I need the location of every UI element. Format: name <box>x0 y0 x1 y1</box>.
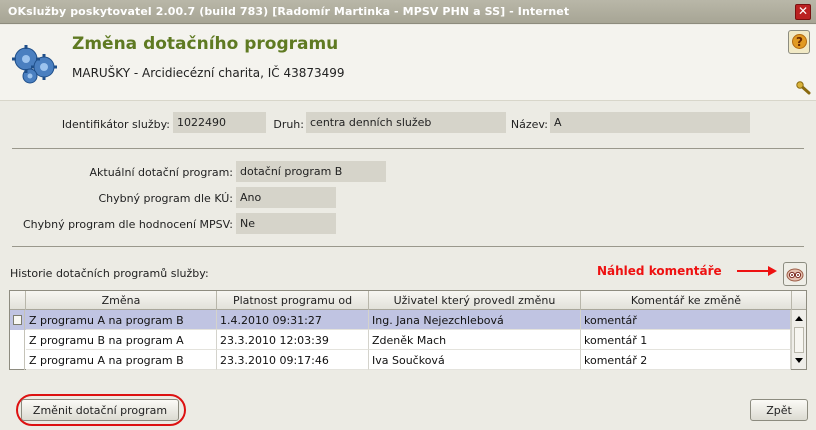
table-cell: komentář 2 <box>581 350 791 370</box>
separator <box>12 148 804 149</box>
table-cell: Z programu A na program B <box>26 310 217 330</box>
service-type-label: Druh: <box>273 118 304 131</box>
history-table: Změna Platnost programu od Uživatel kter… <box>9 290 807 370</box>
table-cell: Iva Součková <box>369 350 581 370</box>
row-marker <box>10 310 25 330</box>
help-icon: ? <box>792 34 807 49</box>
window-title: OKslužby poskytovatel 2.00.7 (build 783)… <box>8 5 570 18</box>
current-program-label: Aktuální dotační program: <box>89 166 234 179</box>
separator <box>12 246 804 247</box>
close-icon[interactable]: ✕ <box>795 4 811 20</box>
page-header: Změna dotačního programu MARUŠKY - Arcid… <box>0 25 816 101</box>
change-program-button[interactable]: Změnit dotační program <box>21 399 179 421</box>
page-title: Změna dotačního programu <box>72 34 339 54</box>
table-row[interactable]: Z programu B na program A 23.3.2010 12:0… <box>10 330 791 350</box>
back-button[interactable]: Zpět <box>750 399 808 421</box>
table-cell: Z programu A na program B <box>26 350 217 370</box>
comment-preview-annotation: Náhled komentáře <box>597 264 722 278</box>
table-cell: Zdeněk Mach <box>369 330 581 350</box>
error-mpsv-label: Chybný program dle hodnocení MPSV: <box>22 218 233 231</box>
column-header-user[interactable]: Uživatel který provedl změnu <box>369 291 581 310</box>
table-cell: 23.3.2010 09:17:46 <box>217 350 369 370</box>
table-cell: 1.4.2010 09:31:27 <box>217 310 369 330</box>
history-label: Historie dotačních programů služby: <box>10 267 209 280</box>
error-ku-label: Chybný program dle KÚ: <box>98 192 233 205</box>
wrench-icon[interactable] <box>796 81 812 95</box>
window-titlebar: OKslužby poskytovatel 2.00.7 (build 783)… <box>0 0 816 24</box>
error-mpsv-field: Ne <box>236 213 336 234</box>
row-marker <box>10 330 25 350</box>
current-program-field: dotační program B <box>236 161 386 182</box>
gears-icon <box>12 45 57 84</box>
scroll-thumb[interactable] <box>794 327 804 353</box>
arrow-icon <box>737 266 777 276</box>
column-header-comment[interactable]: Komentář ke změně <box>581 291 792 310</box>
service-id-field: 1022490 <box>173 112 266 133</box>
comment-preview-icon <box>786 268 804 282</box>
table-row[interactable]: Z programu A na program B 23.3.2010 09:1… <box>10 350 791 370</box>
service-name-label: Název: <box>510 118 548 131</box>
column-header-valid-from[interactable]: Platnost programu od <box>217 291 369 310</box>
help-button[interactable]: ? <box>788 30 810 54</box>
table-cell: 23.3.2010 12:03:39 <box>217 330 369 350</box>
page-subtitle: MARUŠKY - Arcidiecézní charita, IČ 43873… <box>72 66 345 80</box>
table-scrollbar[interactable] <box>791 310 806 369</box>
row-marker-header <box>10 291 26 310</box>
scroll-up-icon[interactable] <box>795 316 803 321</box>
column-header-change[interactable]: Změna <box>26 291 217 310</box>
service-type-field: centra denních služeb <box>306 112 506 133</box>
table-row[interactable]: Z programu A na program B 1.4.2010 09:31… <box>10 310 791 330</box>
table-header: Změna Platnost programu od Uživatel kter… <box>10 291 806 310</box>
row-marker <box>10 350 25 370</box>
scroll-down-icon[interactable] <box>795 358 803 363</box>
table-cell: komentář 1 <box>581 330 791 350</box>
table-cell: komentář <box>581 310 791 330</box>
error-ku-field: Ano <box>236 187 336 208</box>
comment-preview-button[interactable] <box>783 262 807 286</box>
service-id-label: Identifikátor služby: <box>61 118 170 131</box>
table-cell: Z programu B na program A <box>26 330 217 350</box>
service-name-field: A <box>550 112 750 133</box>
table-cell: Ing. Jana Nejezchlebová <box>369 310 581 330</box>
